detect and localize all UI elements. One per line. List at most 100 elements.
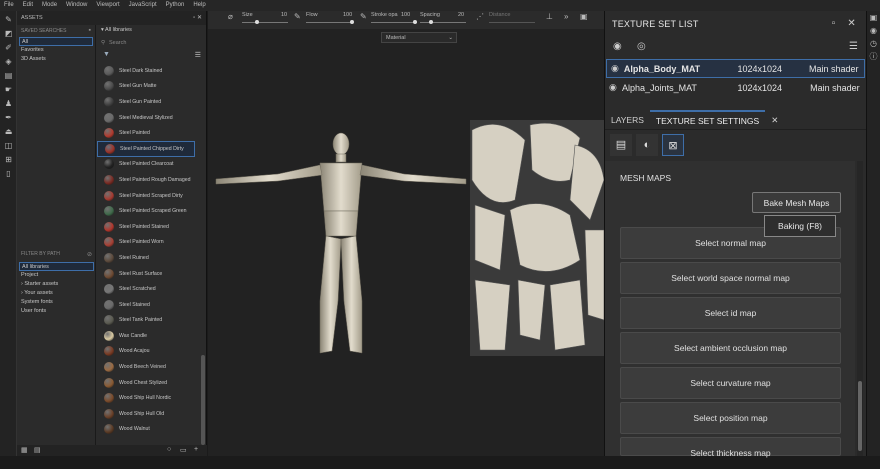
size-slider[interactable]: [242, 22, 288, 23]
saved-search-favorites[interactable]: Favorites: [17, 46, 95, 55]
path-project[interactable]: Project: [17, 271, 96, 280]
split-view-icon[interactable]: ▣: [580, 12, 588, 21]
path-all-libraries[interactable]: All libraries: [19, 262, 94, 271]
material-item[interactable]: Steel Painted Rough Damaged: [97, 172, 207, 188]
material-dropdown[interactable]: Material ⌄: [381, 32, 457, 43]
material-item[interactable]: Wood Acajou: [97, 344, 207, 360]
material-item[interactable]: Steel Ruined: [97, 250, 207, 266]
path-your-assets[interactable]: › Your assets: [17, 289, 96, 298]
material-item[interactable]: Steel Painted Scraped Green: [97, 203, 207, 219]
saved-search-3d-assets[interactable]: 3D Assets: [17, 55, 95, 64]
asset-search[interactable]: ⚲ Search: [101, 38, 203, 49]
eye-icon[interactable]: ◎: [637, 41, 646, 52]
stroke-icon[interactable]: ✎: [360, 12, 367, 21]
menu-help[interactable]: Help: [193, 0, 205, 11]
settings-subtab-icon[interactable]: ▤: [610, 134, 632, 156]
material-item[interactable]: Steel Gun Matte: [97, 79, 207, 95]
panel-float-icon[interactable]: ▫ ✕: [193, 11, 202, 25]
geometry-mask-icon[interactable]: ◈: [3, 56, 14, 67]
projection-icon[interactable]: ✐: [3, 42, 14, 53]
uv-subtab-icon[interactable]: ⊠: [662, 134, 684, 156]
flow-slider[interactable]: [306, 22, 352, 23]
list-view-icon[interactable]: ☰: [195, 51, 201, 59]
detail-view-icon[interactable]: ▤: [34, 446, 41, 454]
flow-slider-knob[interactable]: [350, 20, 354, 24]
layers-dock-icon[interactable]: ▣: [867, 11, 880, 24]
filter-off-icon[interactable]: ⊘: [87, 251, 92, 258]
info-dock-icon[interactable]: ⓘ: [867, 50, 880, 63]
menu-mode[interactable]: Mode: [42, 0, 57, 11]
material-item[interactable]: Steel Painted Clearcoat: [97, 157, 207, 173]
material-item[interactable]: Steel Scratched: [97, 281, 207, 297]
pen-pressure-icon[interactable]: ✎: [294, 12, 301, 21]
library-header[interactable]: ▾ All libraries: [97, 25, 207, 36]
select-thickness-map-button[interactable]: Select thickness map: [620, 437, 841, 458]
menu-javascript[interactable]: JavaScript: [129, 0, 157, 11]
tab-texture-set-settings[interactable]: TEXTURE SET SETTINGS: [649, 110, 766, 129]
select-position-map-button[interactable]: Select position map: [620, 402, 841, 434]
stroke-opacity-knob[interactable]: [413, 20, 417, 24]
flow-value[interactable]: 100: [343, 12, 352, 18]
material-item[interactable]: Steel Medieval Stylized: [97, 110, 207, 126]
save-icon[interactable]: ▪: [89, 27, 91, 34]
shader-subtab-icon[interactable]: ◐: [636, 134, 658, 156]
material-item[interactable]: Steel Dark Stained: [97, 63, 207, 79]
texture-set-row[interactable]: ◉ Alpha_Body_MAT 1024x1024 Main shader: [606, 59, 865, 78]
material-item[interactable]: Wax Candle: [97, 328, 207, 344]
saved-search-all[interactable]: All: [19, 37, 93, 46]
sort-menu-icon[interactable]: ☰: [849, 41, 858, 52]
material-item[interactable]: Steel Rust Surface: [97, 266, 207, 282]
tab-layers[interactable]: LAYERS: [605, 110, 650, 129]
path-system-fonts[interactable]: System fonts: [17, 298, 96, 307]
size-slider-knob[interactable]: [255, 20, 259, 24]
select-world-space-normal-map-button[interactable]: Select world space normal map: [620, 262, 841, 294]
material-item[interactable]: Steel Painted Scraped Dirty: [97, 188, 207, 204]
texture-set-row[interactable]: ◉ Alpha_Joints_MAT 1024x1024 Main shader: [605, 78, 866, 97]
float-panel-icon[interactable]: ▫: [832, 18, 836, 29]
add-icon[interactable]: +: [194, 446, 198, 453]
bake-mesh-maps-button[interactable]: Bake Mesh Maps: [752, 192, 841, 213]
bake-icon[interactable]: ⏏: [3, 126, 14, 137]
clone-stamp-icon[interactable]: ♟: [3, 98, 14, 109]
material-item[interactable]: Steel Painted Chipped Dirty: [97, 140, 195, 157]
smudge-icon[interactable]: ☛: [3, 84, 14, 95]
stroke-opacity-value[interactable]: 100: [401, 12, 410, 18]
history-dock-icon[interactable]: ◷: [867, 37, 880, 50]
folder-icon[interactable]: ▭: [180, 446, 187, 454]
menu-window[interactable]: Window: [66, 0, 87, 11]
more-icon[interactable]: »: [564, 12, 568, 21]
filter-icon[interactable]: ▼: [103, 51, 110, 58]
stroke-opacity-slider[interactable]: [371, 22, 417, 23]
material-item[interactable]: Steel Painted Stained: [97, 219, 207, 235]
tab-close-icon[interactable]: ✕: [765, 110, 784, 129]
distance-slider[interactable]: [489, 22, 535, 23]
material-item[interactable]: Wood Walnut: [97, 422, 207, 438]
eye-icon[interactable]: ◉: [609, 82, 622, 93]
material-item[interactable]: Wood Ship Hull Old: [97, 406, 207, 422]
spacing-slider-knob[interactable]: [429, 20, 433, 24]
visibility-settings-icon[interactable]: ◉: [613, 41, 622, 52]
layer-icon[interactable]: ◫: [3, 140, 14, 151]
eraser-icon[interactable]: ◩: [3, 28, 14, 39]
material-item[interactable]: Wood Chest Stylized: [97, 375, 207, 391]
brush-tool-icon[interactable]: ⌀: [228, 12, 233, 21]
paint-brush-icon[interactable]: ✎: [3, 14, 14, 25]
select-id-map-button[interactable]: Select id map: [620, 297, 841, 329]
grid-view-icon[interactable]: ▦: [21, 446, 28, 454]
document-icon[interactable]: ▯: [3, 168, 14, 179]
menu-file[interactable]: File: [4, 0, 14, 11]
circle-icon[interactable]: ○: [167, 446, 171, 453]
material-item[interactable]: Steel Tank Painted: [97, 313, 207, 329]
spacing-slider[interactable]: [420, 22, 466, 23]
path-user-fonts[interactable]: User fonts: [17, 307, 96, 316]
adjust-icon[interactable]: ⊞: [3, 154, 14, 165]
lazy-mouse-icon[interactable]: ⋰: [476, 12, 484, 21]
panel-scrollbar-thumb[interactable]: [858, 381, 862, 451]
material-item[interactable]: Steel Gun Painted: [97, 94, 207, 110]
size-value[interactable]: 10: [281, 12, 287, 18]
select-curvature-map-button[interactable]: Select curvature map: [620, 367, 841, 399]
menu-python[interactable]: Python: [166, 0, 185, 11]
material-item[interactable]: Wood Beech Veined: [97, 359, 207, 375]
asset-scrollbar[interactable]: [201, 355, 205, 445]
material-item[interactable]: Steel Painted Worn: [97, 235, 207, 251]
